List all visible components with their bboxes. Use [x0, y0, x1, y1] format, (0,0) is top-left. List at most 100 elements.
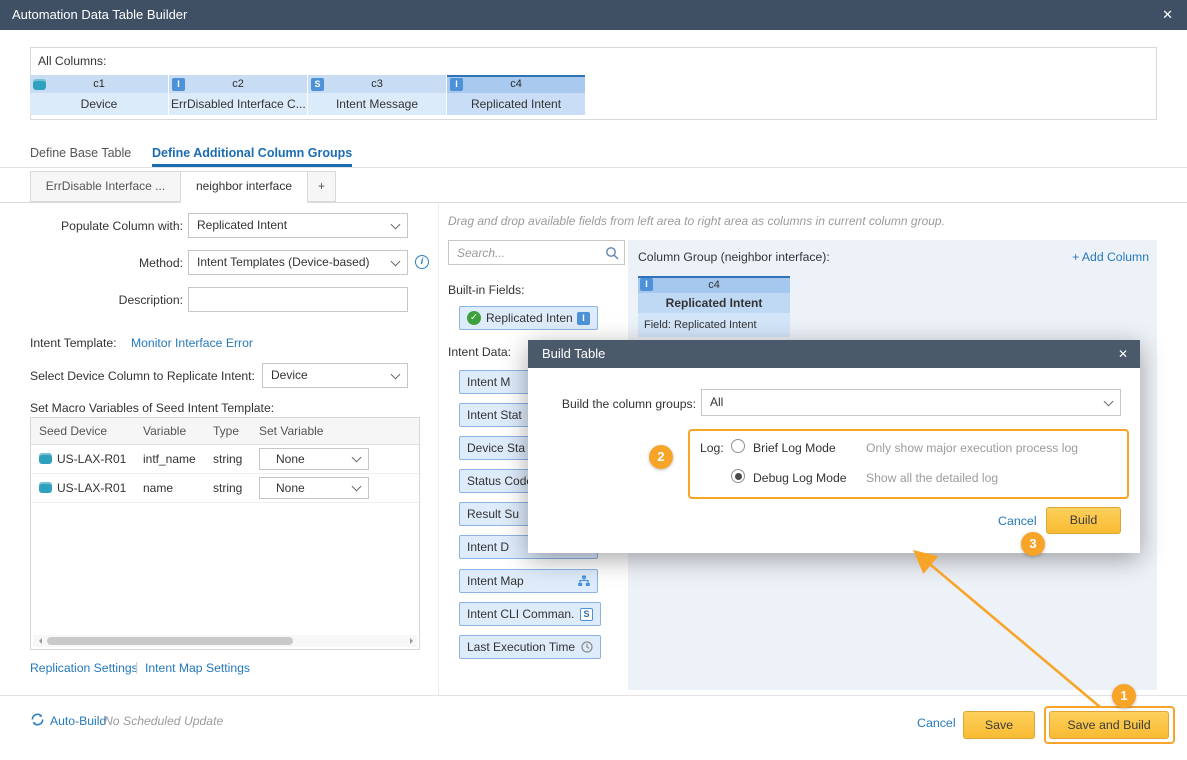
dialog-close-icon[interactable]: ✕ [1118, 340, 1128, 368]
intent-template-link[interactable]: Monitor Interface Error [131, 336, 253, 350]
subtabs-divider [0, 202, 1187, 203]
search-input[interactable] [449, 241, 601, 264]
set-variable-select[interactable]: None [259, 477, 369, 499]
drag-drop-hint: Drag and drop available fields from left… [448, 214, 945, 228]
builtin-fields-label: Built-in Fields: [448, 283, 525, 297]
annotation-arrow [905, 545, 1110, 713]
tab-define-base-table[interactable]: Define Base Table [30, 141, 131, 167]
group-tab-errdisable[interactable]: ErrDisable Interface ... [30, 171, 181, 202]
column-id: c3 [311, 78, 443, 90]
method-select[interactable]: Intent Templates (Device-based) [188, 250, 408, 275]
device-icon [39, 482, 52, 493]
panel-divider [438, 204, 439, 696]
column-card-field: Field: Replicated Intent [638, 313, 790, 337]
variable-cell: intf_name [135, 452, 205, 466]
column-id: c1 [33, 78, 165, 90]
debug-log-desc: Show all the detailed log [866, 471, 998, 485]
seed-device-cell: US-LAX-R01 [57, 481, 126, 495]
scrollbar-thumb[interactable] [47, 637, 293, 645]
all-columns-label: All Columns: [38, 54, 106, 68]
dialog-title: Build Table [542, 340, 605, 368]
macro-variables-table: Seed Device Variable Type Set Variable U… [30, 417, 420, 650]
build-groups-select[interactable]: All [701, 389, 1121, 416]
header-type: Type [205, 418, 251, 444]
titlebar: Automation Data Table Builder ✕ [0, 0, 1187, 30]
device-column-label: Select Device Column to Replicate Intent… [30, 369, 255, 383]
intent-badge-icon: I [577, 312, 590, 325]
intent-map-settings-link[interactable]: Intent Map Settings [145, 661, 250, 675]
column-id: c2 [172, 78, 304, 90]
window-title: Automation Data Table Builder [12, 0, 187, 30]
column-c2[interactable]: Ic2 ErrDisabled Interface C... [169, 75, 308, 115]
builtin-chip-replicated-intent[interactable]: ✓ Replicated Intent I [459, 306, 598, 330]
brief-log-radio[interactable] [731, 439, 745, 453]
annotation-step-3: 3 [1021, 532, 1045, 556]
table-header-row: Seed Device Variable Type Set Variable [31, 418, 419, 445]
auto-build-link[interactable]: Auto-Build [50, 714, 106, 728]
method-label: Method: [30, 256, 183, 270]
column-name: Intent Message [308, 93, 446, 115]
auto-build-icon[interactable] [30, 712, 45, 727]
type-cell: string [205, 481, 251, 495]
seed-device-cell: US-LAX-R01 [57, 452, 126, 466]
set-variable-select[interactable]: None [259, 448, 369, 470]
device-icon [39, 453, 52, 464]
schedule-note: No Scheduled Update [104, 714, 223, 728]
info-icon[interactable]: i [415, 255, 429, 269]
column-c3[interactable]: Sc3 Intent Message [308, 75, 447, 115]
tab-define-additional-column-groups[interactable]: Define Additional Column Groups [152, 141, 352, 167]
add-column-button[interactable]: + Add Column [1072, 250, 1149, 264]
populate-column-label: Populate Column with: [30, 219, 183, 233]
horizontal-scrollbar[interactable] [33, 635, 417, 647]
header-set-variable: Set Variable [251, 418, 419, 444]
map-icon [578, 575, 590, 587]
log-highlight-box [688, 429, 1129, 499]
save-button[interactable]: Save [963, 711, 1035, 739]
column-name: ErrDisabled Interface C... [169, 93, 307, 115]
search-icon[interactable] [605, 246, 619, 260]
table-row: US-LAX-R01 intf_name string None [31, 445, 419, 474]
brief-log-label[interactable]: Brief Log Mode [753, 441, 836, 455]
check-icon: ✓ [467, 311, 481, 325]
brief-log-desc: Only show major execution process log [866, 441, 1078, 455]
column-name: Replicated Intent [447, 93, 585, 115]
dialog-cancel-button[interactable]: Cancel [998, 514, 1037, 528]
intent-data-label: Intent Data: [448, 345, 511, 359]
field-chip-last-execution[interactable]: Last Execution Time [459, 635, 601, 659]
column-name: Device [30, 93, 168, 115]
column-group-header: Column Group (neighbor interface): [638, 250, 830, 264]
debug-log-radio[interactable] [731, 469, 745, 483]
all-columns-strip: c1 Device Ic2 ErrDisabled Interface C...… [30, 75, 586, 115]
tabs-divider [0, 167, 1187, 168]
variable-cell: name [135, 481, 205, 495]
column-c4-selected[interactable]: Ic4 Replicated Intent [447, 75, 586, 115]
macro-variables-label: Set Macro Variables of Seed Intent Templ… [30, 401, 274, 415]
replication-settings-link[interactable]: Replication Settings [30, 661, 138, 675]
device-column-select[interactable]: Device [262, 363, 408, 388]
group-tab-add[interactable]: + [307, 171, 336, 202]
populate-column-select[interactable]: Replicated Intent [188, 213, 408, 238]
field-chip-intent-map[interactable]: Intent Map [459, 569, 598, 593]
scroll-right-icon[interactable] [405, 635, 417, 647]
group-tab-neighbor-interface[interactable]: neighbor interface [180, 171, 308, 203]
scroll-left-icon[interactable] [33, 635, 45, 647]
footer-cancel-button[interactable]: Cancel [917, 716, 956, 730]
build-groups-label: Build the column groups: [551, 397, 696, 411]
build-button[interactable]: Build [1046, 507, 1121, 534]
dialog-titlebar: Build Table ✕ [528, 340, 1140, 368]
search-box [448, 240, 625, 265]
description-label: Description: [30, 293, 183, 307]
annotation-step-2: 2 [649, 445, 673, 469]
save-and-build-button[interactable]: Save and Build [1049, 711, 1169, 739]
column-c1[interactable]: c1 Device [30, 75, 169, 115]
cli-badge-icon: S [580, 608, 593, 621]
debug-log-label[interactable]: Debug Log Mode [753, 471, 847, 485]
description-input[interactable] [188, 287, 408, 312]
column-card-title: Replicated Intent [638, 293, 790, 313]
links-divider: | [135, 660, 138, 674]
column-card-c4[interactable]: Ic4 Replicated Intent Field: Replicated … [638, 276, 790, 337]
close-icon[interactable]: ✕ [1162, 0, 1173, 30]
field-chip-intent-cli[interactable]: Intent CLI Comman... S [459, 602, 601, 626]
header-seed-device: Seed Device [31, 418, 135, 444]
column-id: c4 [640, 279, 788, 291]
